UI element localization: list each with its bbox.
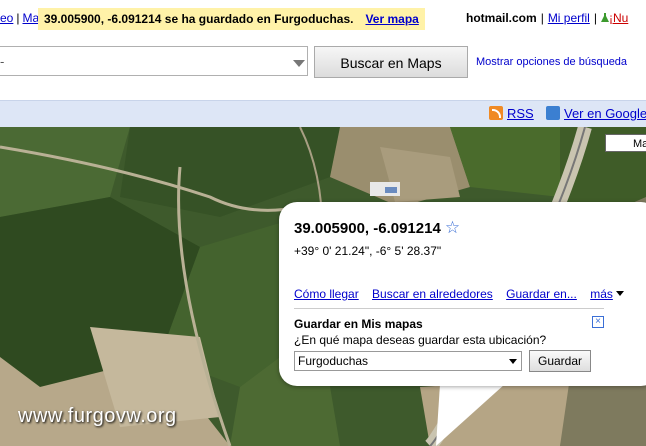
coordinates-title: 39.005900, -6.091214 ☆ (294, 218, 460, 238)
search-dropdown-arrow-icon[interactable] (293, 60, 305, 67)
top-link-1[interactable]: eo (0, 11, 13, 25)
separator: | (593, 11, 597, 25)
rss-link[interactable]: RSS (507, 106, 534, 121)
top-bar: eo | Ma 39.005900, -6.091214 se ha guardad… (0, 0, 646, 36)
watermark: www.furgovw.org (18, 405, 177, 427)
more-link[interactable]: más (590, 287, 624, 301)
user-email: hotmail.com (466, 11, 537, 25)
coordinates-text: 39.005900, -6.091214 (294, 220, 441, 237)
google-earth-link[interactable]: Ver en Google (564, 106, 646, 121)
chevron-down-icon (615, 291, 624, 296)
more-link-label: más (590, 287, 613, 301)
top-links-left: eo | Ma (0, 11, 39, 25)
google-earth-icon[interactable] (546, 106, 560, 120)
search-nearby-link[interactable]: Buscar en alrededores (372, 287, 493, 301)
save-to-link[interactable]: Guardar en... (506, 287, 577, 301)
rss-icon[interactable] (489, 106, 503, 120)
infowindow-actions: Cómo llegar Buscar en alrededores Guarda… (294, 287, 634, 301)
new-link[interactable]: ¡Nu (609, 11, 628, 25)
search-row: - Buscar en Maps Mostrar opciones de bús… (0, 44, 646, 82)
top-link-2[interactable]: Ma (22, 11, 39, 25)
rss-link-container[interactable]: RSS (489, 106, 534, 121)
close-icon[interactable]: × (592, 316, 604, 328)
save-button[interactable]: Guardar (529, 350, 591, 372)
divider (294, 308, 604, 309)
account-links: hotmail.com | Mi perfil | ¡Nu (466, 11, 628, 25)
search-input[interactable]: - (0, 46, 308, 76)
google-earth-link-container[interactable]: Ver en Google (546, 106, 646, 121)
map-select-value: Furgoduchas (298, 354, 369, 368)
saved-notice-text: 39.005900, -6.091214 se ha guardado en F… (44, 12, 354, 26)
map-toolbar: RSS Ver en Google (0, 100, 646, 127)
my-profile-link[interactable]: Mi perfil (548, 11, 590, 25)
star-icon[interactable]: ☆ (445, 218, 460, 237)
dms-coordinates: +39° 0' 21.24", -6° 5' 28.37" (294, 244, 442, 258)
save-question: ¿En qué mapa deseas guardar esta ubicaci… (294, 333, 547, 347)
directions-link[interactable]: Cómo llegar (294, 287, 359, 301)
map-type-button[interactable]: Ma (605, 134, 646, 152)
saved-notice: 39.005900, -6.091214 se ha guardado en F… (38, 8, 425, 30)
dropdown-arrow-icon (509, 359, 517, 364)
separator: | (540, 11, 544, 25)
map-select[interactable]: Furgoduchas (294, 351, 522, 371)
search-options-link[interactable]: Mostrar opciones de búsqueda (476, 56, 627, 68)
separator: | (16, 11, 20, 25)
search-maps-button[interactable]: Buscar en Maps (314, 46, 468, 78)
save-section-title: Guardar en Mis mapas (294, 317, 423, 331)
location-infowindow: 39.005900, -6.091214 ☆ +39° 0' 21.24", -6… (279, 202, 646, 386)
view-map-link[interactable]: Ver mapa (365, 12, 418, 26)
labs-flask-icon[interactable] (600, 13, 609, 23)
